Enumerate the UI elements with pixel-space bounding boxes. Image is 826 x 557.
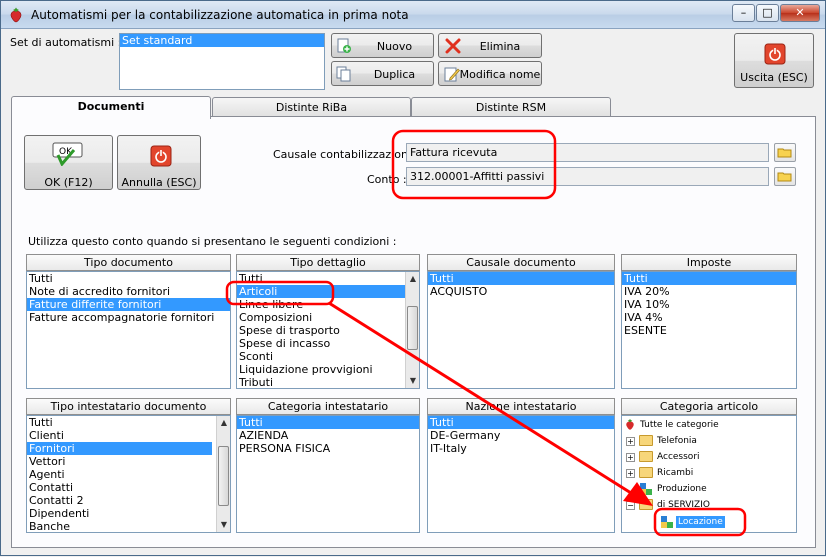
annotation-box-causale-conto [391,129,557,200]
annotation-arrow [328,301,632,495]
annotation-arrowhead [623,482,653,506]
annotation-box-articoli [225,280,335,306]
annotation-box-locazione [653,507,747,537]
annotation-overlay [225,129,747,537]
tab-documenti[interactable]: Documenti [11,96,211,119]
main-window: Automatismi per la contabilizzazione aut… [0,0,826,556]
